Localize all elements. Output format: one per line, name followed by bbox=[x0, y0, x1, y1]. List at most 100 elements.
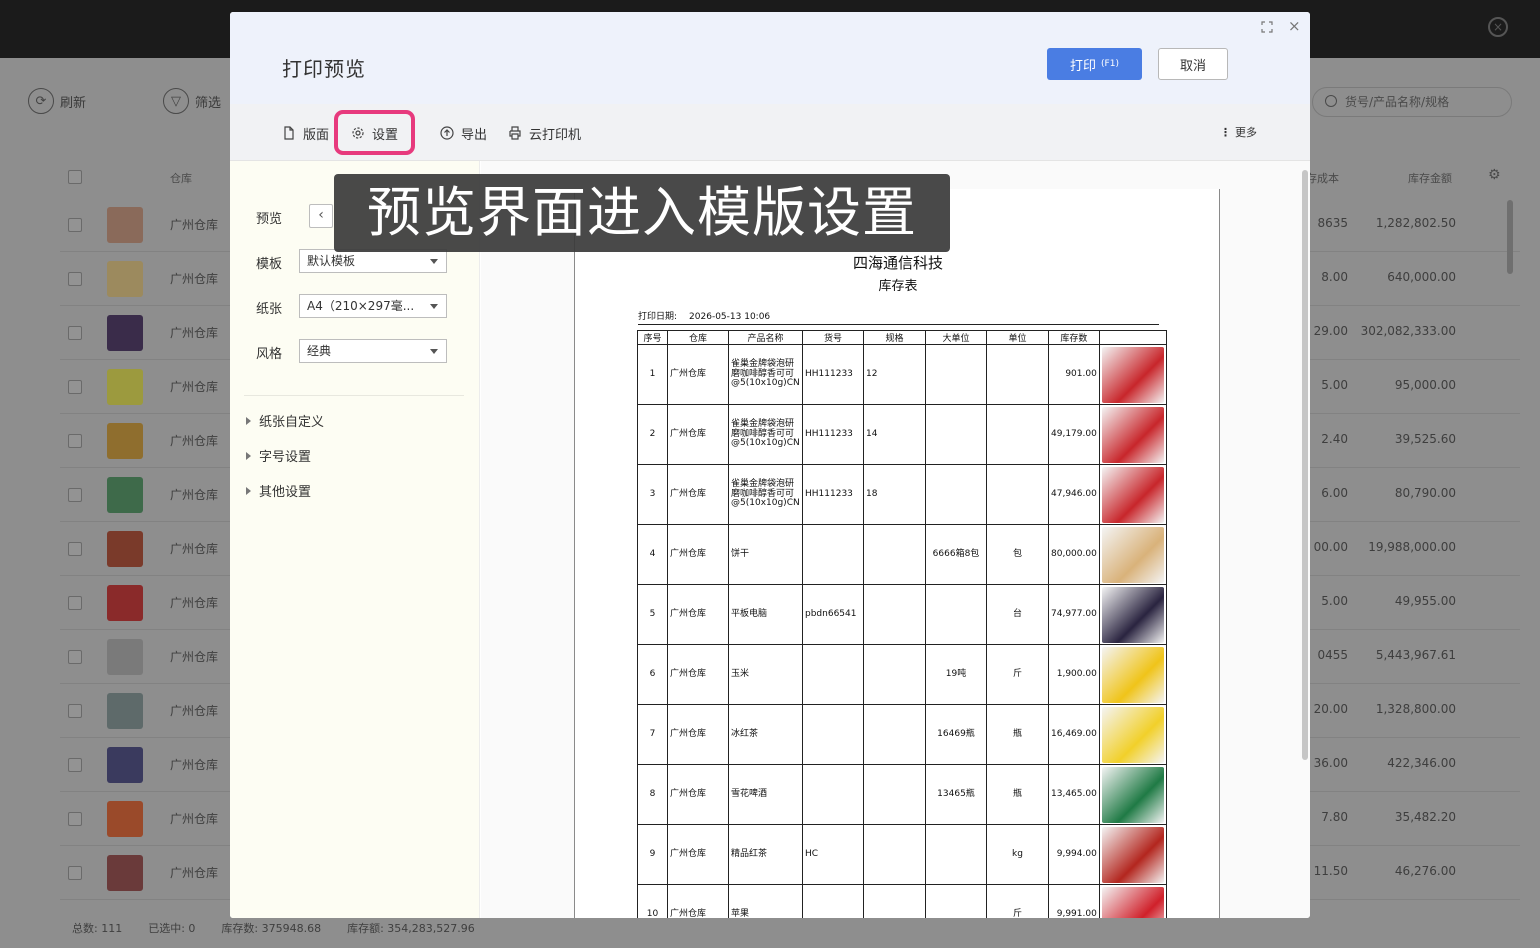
row-checkbox[interactable] bbox=[68, 488, 82, 502]
style-select[interactable]: 经典 bbox=[299, 339, 447, 363]
export-button[interactable]: 导出 bbox=[440, 123, 487, 143]
column-header-warehouse: 仓库 bbox=[170, 172, 192, 185]
dialog-header: 打印预览 打印 (F1) 取消 × bbox=[230, 12, 1310, 104]
product-image bbox=[1101, 766, 1164, 823]
cell-name: 冰红茶 bbox=[728, 704, 803, 765]
template-select[interactable]: 默认模板 bbox=[299, 249, 447, 273]
cell-warehouse: 广州仓库 bbox=[667, 884, 729, 918]
cell-unit: 台 bbox=[986, 584, 1049, 645]
cell-spec bbox=[863, 764, 926, 825]
paper-label: 纸张 bbox=[256, 302, 283, 317]
cell-big-unit: 16469瓶 bbox=[925, 704, 987, 765]
row-warehouse: 广州仓库 bbox=[170, 704, 219, 718]
row-checkbox[interactable] bbox=[68, 326, 82, 340]
caret-right-icon bbox=[246, 451, 251, 460]
print-button[interactable]: 打印 (F1) bbox=[1047, 48, 1142, 80]
cell-spec bbox=[863, 884, 926, 918]
table-row: 1 广州仓库 雀巢金牌袋泡研磨咖啡醇香可可@5(10x10g)CN HH111233 1… bbox=[637, 344, 1167, 405]
print-preview-area[interactable]: 四海通信科技 库存表 打印日期: 2026-05-13 10:06 序号 仓库 产品名… bbox=[481, 161, 1310, 918]
cell-name: 雪花啤酒 bbox=[728, 764, 803, 825]
product-thumbnail bbox=[107, 315, 143, 351]
preview-scrollbar[interactable] bbox=[1302, 170, 1308, 760]
cell-no: 2 bbox=[637, 404, 668, 465]
preview-label: 预览 bbox=[256, 212, 283, 227]
cell-sku bbox=[802, 524, 864, 585]
row-checkbox[interactable] bbox=[68, 542, 82, 556]
section-paper-custom[interactable]: 纸张自定义 bbox=[246, 411, 324, 430]
table-row: 2 广州仓库 雀巢金牌袋泡研磨咖啡醇香可可@5(10x10g)CN HH111233 1… bbox=[637, 404, 1167, 465]
cell-big-unit: 19吨 bbox=[925, 644, 987, 705]
background-scrollbar[interactable] bbox=[1507, 200, 1513, 274]
cell-warehouse: 广州仓库 bbox=[667, 704, 729, 765]
settings-highlight bbox=[334, 110, 415, 155]
fullscreen-icon[interactable] bbox=[1261, 21, 1273, 33]
cell-unit bbox=[986, 404, 1049, 465]
paper-select[interactable]: A4（210×297毫... bbox=[299, 294, 447, 318]
cloud-printer-button[interactable]: 云打印机 bbox=[508, 123, 581, 143]
row-checkbox[interactable] bbox=[68, 812, 82, 826]
tutorial-caption: 预览界面进入模版设置 bbox=[334, 174, 950, 252]
cell-warehouse: 广州仓库 bbox=[667, 824, 729, 885]
app-close-icon[interactable]: × bbox=[1488, 17, 1508, 37]
row-amount: 1,282,802.50 bbox=[1375, 216, 1456, 230]
table-header-cell bbox=[1098, 330, 1167, 345]
filter-button[interactable]: ▽ 筛选 bbox=[163, 88, 221, 114]
cell-unit: 瓶 bbox=[986, 704, 1049, 765]
row-warehouse: 广州仓库 bbox=[170, 488, 219, 502]
cell-no: 1 bbox=[637, 344, 668, 405]
product-thumbnail bbox=[107, 855, 143, 891]
row-checkbox[interactable] bbox=[68, 650, 82, 664]
row-checkbox[interactable] bbox=[68, 380, 82, 394]
chevron-down-icon bbox=[430, 349, 438, 354]
table-header-cell: 单位 bbox=[986, 330, 1049, 345]
cancel-button[interactable]: 取消 bbox=[1158, 48, 1228, 80]
row-checkbox[interactable] bbox=[68, 866, 82, 880]
more-button[interactable]: ⋮ 更多 bbox=[1220, 124, 1257, 140]
table-row: 6 广州仓库 玉米 19吨斤 1,900.00 bbox=[637, 644, 1167, 705]
row-warehouse: 广州仓库 bbox=[170, 758, 219, 772]
cell-unit: 瓶 bbox=[986, 764, 1049, 825]
product-thumbnail bbox=[107, 801, 143, 837]
section-font-size[interactable]: 字号设置 bbox=[246, 446, 311, 465]
row-checkbox[interactable] bbox=[68, 704, 82, 718]
cell-big-unit bbox=[925, 584, 987, 645]
refresh-button[interactable]: ⟳ 刷新 bbox=[28, 88, 86, 114]
cell-spec: 14 bbox=[863, 404, 926, 465]
cell-qty: 13,465.00 bbox=[1048, 764, 1100, 825]
cell-sku bbox=[802, 704, 864, 765]
row-checkbox[interactable] bbox=[68, 434, 82, 448]
cell-image bbox=[1098, 764, 1167, 825]
layout-button[interactable]: 版面 bbox=[282, 123, 329, 143]
cell-warehouse: 广州仓库 bbox=[667, 404, 729, 465]
cell-image bbox=[1098, 464, 1167, 525]
cell-no: 3 bbox=[637, 464, 668, 525]
cell-sku bbox=[802, 644, 864, 705]
product-thumbnail bbox=[107, 207, 143, 243]
preview-prev-button[interactable]: ‹ bbox=[309, 204, 333, 228]
row-checkbox[interactable] bbox=[68, 272, 82, 286]
more-icon: ⋮ bbox=[1220, 125, 1231, 139]
dialog-close-icon[interactable]: × bbox=[1288, 17, 1301, 35]
document-company: 四海通信科技 bbox=[852, 254, 943, 272]
cell-big-unit: 6666箱8包 bbox=[925, 524, 987, 585]
section-other-settings[interactable]: 其他设置 bbox=[246, 481, 311, 500]
cell-image bbox=[1098, 524, 1167, 585]
column-settings-icon[interactable]: ⚙ bbox=[1488, 167, 1501, 183]
row-checkbox[interactable] bbox=[68, 218, 82, 232]
cell-sku bbox=[802, 764, 864, 825]
cell-name: 玉米 bbox=[728, 644, 803, 705]
select-all-checkbox[interactable] bbox=[68, 170, 82, 187]
cell-qty: 80,000.00 bbox=[1048, 524, 1100, 585]
refresh-icon: ⟳ bbox=[28, 88, 54, 114]
cell-spec bbox=[863, 524, 926, 585]
row-warehouse: 广州仓库 bbox=[170, 272, 219, 286]
cell-image bbox=[1098, 344, 1167, 405]
row-checkbox[interactable] bbox=[68, 596, 82, 610]
table-header-cell: 货号 bbox=[802, 330, 864, 345]
product-image bbox=[1101, 526, 1164, 583]
search-input[interactable]: 货号/产品名称/规格 bbox=[1312, 87, 1512, 117]
cell-qty: 16,469.00 bbox=[1048, 704, 1100, 765]
cell-image bbox=[1098, 824, 1167, 885]
row-checkbox[interactable] bbox=[68, 758, 82, 772]
product-thumbnail bbox=[107, 747, 143, 783]
